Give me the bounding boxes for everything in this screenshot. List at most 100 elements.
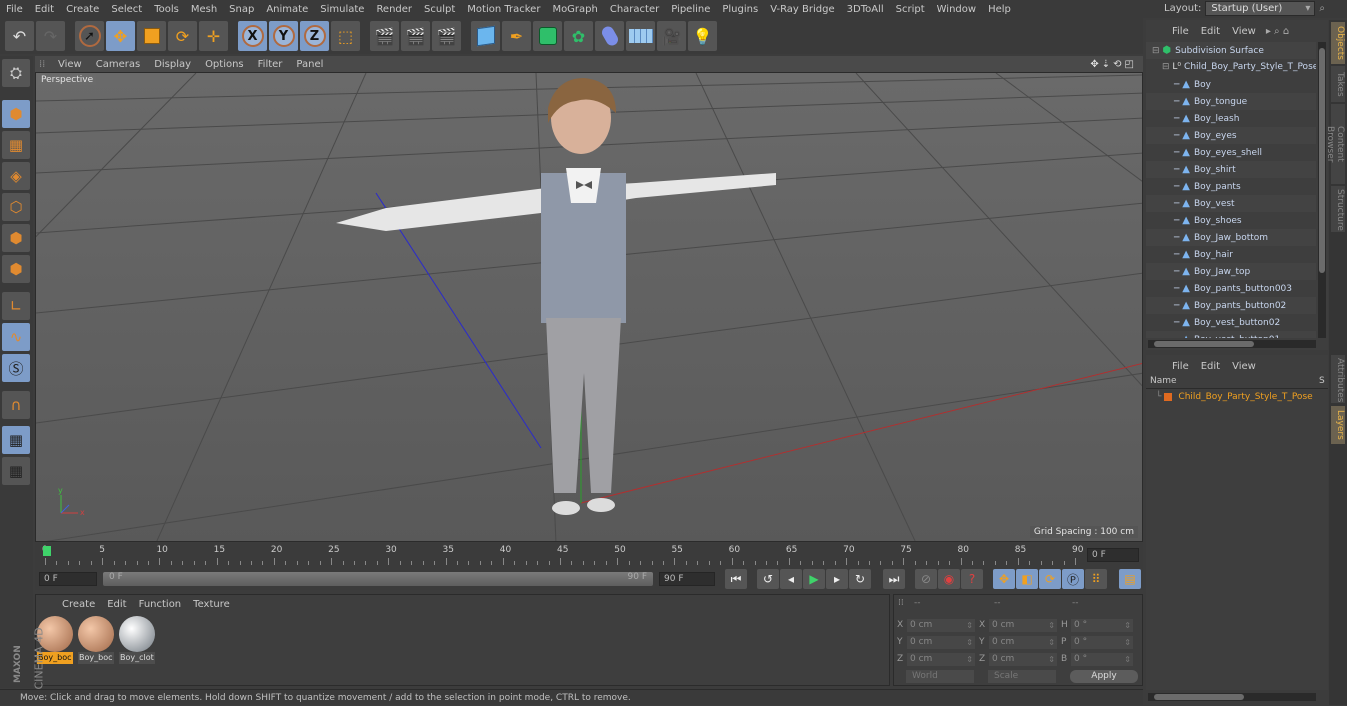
live-selection-icon[interactable]: ➚ — [75, 21, 104, 51]
menu-tools[interactable]: Tools — [148, 4, 185, 15]
menu-mesh[interactable]: Mesh — [185, 4, 223, 15]
object-menu-file[interactable]: File — [1166, 26, 1195, 37]
key-rotation-icon[interactable]: ⟳ — [1039, 569, 1061, 589]
tree-item-object[interactable]: ─ ▲ Boy_shirt — [1146, 161, 1316, 178]
rotation-p-field[interactable]: 0 ° — [1071, 635, 1133, 649]
menu-window[interactable]: Window — [931, 4, 982, 15]
tab-layers[interactable]: Layers — [1331, 406, 1345, 444]
layer-menu-edit[interactable]: Edit — [1195, 361, 1226, 372]
position-z-field[interactable]: 0 cm — [907, 652, 975, 666]
material-swatch[interactable]: Boy_clot — [119, 616, 155, 664]
menu-pipeline[interactable]: Pipeline — [665, 4, 716, 15]
subdivision-icon[interactable] — [533, 21, 562, 51]
key-pla-icon[interactable]: ⠿ — [1085, 569, 1107, 589]
pen-icon[interactable]: ✒ — [502, 21, 531, 51]
tree-item-object[interactable]: ─ ▲ Boy_pants — [1146, 178, 1316, 195]
layer-row[interactable]: └ Child_Boy_Party_Style_T_Pose — [1156, 390, 1313, 404]
prev-frame-icon[interactable]: ◂ — [780, 569, 802, 589]
redo-icon[interactable]: ↷ — [36, 21, 65, 51]
axis-mode-icon[interactable]: ∟ — [2, 292, 30, 320]
menu-sculpt[interactable]: Sculpt — [418, 4, 461, 15]
tree-item-object[interactable]: ─ ▲ Boy_hair — [1146, 246, 1316, 263]
home-icon[interactable]: ⌂ — [1283, 26, 1289, 37]
menu-plugins[interactable]: Plugins — [716, 4, 764, 15]
autokey-icon[interactable]: ◉ — [938, 569, 960, 589]
floor-icon[interactable] — [626, 21, 655, 51]
camera-label[interactable]: Perspective — [38, 75, 97, 85]
rotation-h-field[interactable]: 0 ° — [1071, 618, 1133, 632]
coord-system-dropdown[interactable]: World — [906, 670, 974, 683]
move-icon[interactable]: ✥ — [106, 21, 135, 51]
menu-select[interactable]: Select — [105, 4, 148, 15]
current-frame-field[interactable]: 0 F — [1087, 548, 1139, 562]
edges-mode-icon[interactable]: ⬢ — [2, 224, 30, 252]
tree-item-group[interactable]: ⊟ L⁰ Child_Boy_Party_Style_T_Pose — [1146, 59, 1316, 76]
z-axis-lock-icon[interactable]: Z — [300, 21, 329, 51]
tree-item-object[interactable]: ─ ▲ Boy_Jaw_top — [1146, 263, 1316, 280]
tree-item-object[interactable]: ─ ▲Boy_vest_button01 — [1146, 331, 1316, 338]
tab-attributes[interactable]: Attributes — [1331, 355, 1345, 403]
pan-icon[interactable]: ✥ — [1090, 59, 1101, 70]
viewport-menu-cameras[interactable]: Cameras — [89, 59, 147, 70]
panel-grip-icon[interactable]: ⁞⁞ — [35, 59, 51, 70]
menu-render[interactable]: Render — [370, 4, 418, 15]
menu-snap[interactable]: Snap — [223, 4, 260, 15]
position-y-field[interactable]: 0 cm — [907, 635, 975, 649]
material-menu-function[interactable]: Function — [133, 599, 188, 610]
y-axis-lock-icon[interactable]: Y — [269, 21, 298, 51]
object-menu-view[interactable]: View — [1226, 26, 1262, 37]
layer-color-swatch[interactable] — [1164, 393, 1173, 401]
camera-icon[interactable]: 🎥 — [657, 21, 686, 51]
tab-objects[interactable]: Objects — [1331, 22, 1345, 64]
size-y-field[interactable]: 0 cm — [989, 635, 1057, 649]
tweak-mode-icon[interactable]: ∿ — [2, 323, 30, 351]
timeline-ruler[interactable]: 051015202530354045505560657075808590 0 F — [35, 543, 1143, 568]
position-x-field[interactable]: 0 cm — [907, 618, 975, 632]
menu-mograph[interactable]: MoGraph — [546, 4, 603, 15]
tree-item-object[interactable]: ─ ▲ Boy_vest_button02 — [1146, 314, 1316, 331]
maximize-icon[interactable]: ◰ — [1125, 59, 1137, 70]
goto-end-icon[interactable]: ⏭ — [883, 569, 905, 589]
tab-content-browser[interactable]: Content Browser — [1325, 104, 1345, 184]
undo-icon[interactable]: ↶ — [5, 21, 34, 51]
menu-script[interactable]: Script — [890, 4, 931, 15]
tree-item-object[interactable]: ─ ▲ Boy_eyes_shell — [1146, 144, 1316, 161]
tree-item-object[interactable]: ─ ▲ Boy_pants_button003 — [1146, 280, 1316, 297]
key-parameter-icon[interactable]: Ⓟ — [1062, 569, 1084, 589]
snap-icon[interactable]: ∩ — [2, 391, 30, 419]
viewport-menu-display[interactable]: Display — [147, 59, 198, 70]
3d-viewport[interactable]: y x Perspective Grid Spacing : 100 cm — [35, 72, 1143, 542]
key-position-icon[interactable]: ✥ — [993, 569, 1015, 589]
object-menu-edit[interactable]: Edit — [1195, 26, 1226, 37]
material-menu-create[interactable]: Create — [56, 599, 101, 610]
menu-file[interactable]: File — [0, 4, 29, 15]
next-frame-icon[interactable]: ▸ — [826, 569, 848, 589]
prev-key-icon[interactable]: ↺ — [757, 569, 779, 589]
menu-motion-tracker[interactable]: Motion Tracker — [461, 4, 546, 15]
play-icon[interactable]: ▶ — [803, 569, 825, 589]
tree-item-object[interactable]: ─ ▲ Boy_leash — [1146, 110, 1316, 127]
range-slider[interactable]: 0 F 90 F — [103, 572, 653, 586]
cube-icon[interactable] — [471, 21, 500, 51]
menu-help[interactable]: Help — [982, 4, 1017, 15]
key-scale-icon[interactable]: ◧ — [1016, 569, 1038, 589]
render-view-icon[interactable]: 🎬 — [370, 21, 399, 51]
tree-item-object[interactable]: ─ ▲ Boy — [1146, 76, 1316, 93]
menu-edit[interactable]: Edit — [29, 4, 60, 15]
object-vertical-scrollbar[interactable] — [1318, 42, 1326, 338]
tree-item-subdivision-surface[interactable]: ⊟ ⬢ Subdivision Surface — [1146, 42, 1316, 59]
solo-icon[interactable]: Ⓢ — [2, 354, 30, 382]
tree-item-object[interactable]: ─ ▲ Boy_Jaw_bottom — [1146, 229, 1316, 246]
menu-3dtoall[interactable]: 3DToAll — [841, 4, 890, 15]
layer-menu-view[interactable]: View — [1226, 361, 1262, 372]
menu-vray-bridge[interactable]: V-Ray Bridge — [764, 4, 840, 15]
tree-item-object[interactable]: ─ ▲ Boy_eyes — [1146, 127, 1316, 144]
viewport-menu-filter[interactable]: Filter — [251, 59, 290, 70]
size-x-field[interactable]: 0 cm — [989, 618, 1057, 632]
scale-icon[interactable] — [137, 21, 166, 51]
cloner-icon[interactable]: ✿ — [564, 21, 593, 51]
workplane-lock-icon[interactable]: ▦ — [2, 426, 30, 454]
x-axis-lock-icon[interactable]: X — [238, 21, 267, 51]
workplane-align-icon[interactable]: ▦ — [2, 457, 30, 485]
end-frame-field[interactable]: 90 F — [659, 572, 715, 586]
